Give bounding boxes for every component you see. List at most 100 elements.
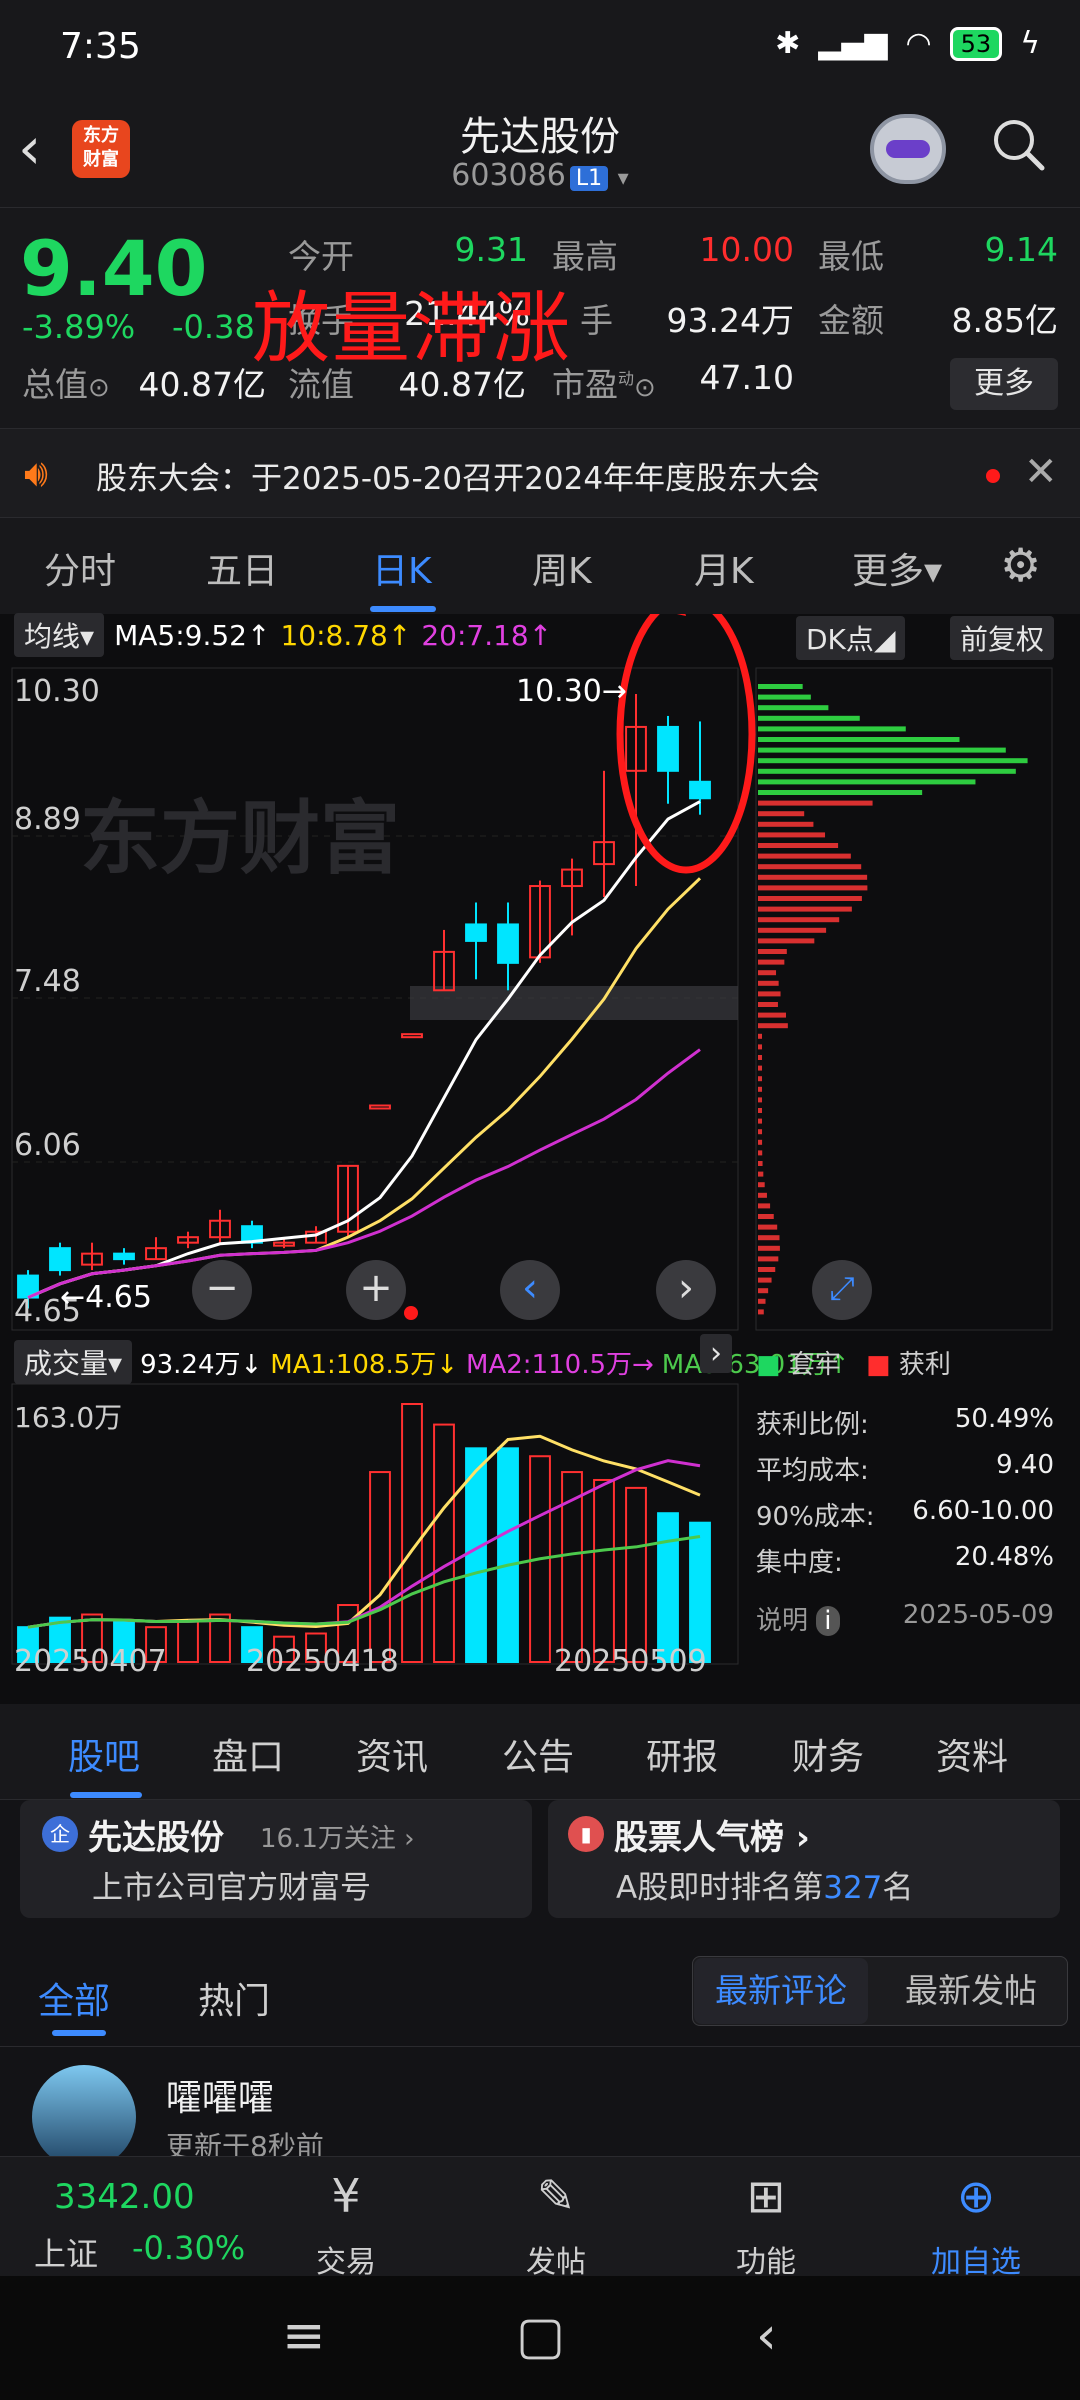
menu-icon[interactable]: ≡ <box>282 2306 326 2366</box>
volume-bar <box>658 1513 678 1662</box>
volume-selector[interactable]: 成交量▾ <box>14 1340 132 1384</box>
more-button[interactable]: 更多 <box>950 358 1058 410</box>
scroll-right-button[interactable]: › <box>656 1260 716 1320</box>
system-nav-bar: ≡ ▢ ‹ <box>0 2276 1080 2400</box>
volume-bar <box>370 1472 390 1662</box>
chip-bar <box>758 726 906 731</box>
zoom-in-button[interactable]: + <box>346 1260 406 1320</box>
post-item[interactable]: 嚯嚯嚯 更新于8秒前 <box>0 2046 1080 2156</box>
volume-bar <box>594 1480 614 1662</box>
add-circle-icon[interactable]: ⊕ <box>906 2169 1046 2223</box>
tab-announcements[interactable]: 公告 <box>502 1728 574 1780</box>
chip-note[interactable]: 说明 i <box>756 1600 840 1637</box>
close-icon[interactable]: ✕ <box>1024 449 1058 495</box>
nav-functions[interactable]: 功能 <box>696 2237 836 2281</box>
tab-financials[interactable]: 财务 <box>792 1728 864 1780</box>
chip-bar <box>758 1076 762 1081</box>
candle-body <box>690 782 710 798</box>
volume-bar <box>434 1425 454 1662</box>
high-marker: 10.30→ <box>516 674 627 709</box>
zoom-out-button[interactable]: − <box>192 1260 252 1320</box>
chip-bar <box>758 1246 780 1251</box>
change-percent: -3.89% <box>22 308 135 346</box>
volume-expand-button[interactable]: › <box>700 1334 732 1373</box>
chip-bar <box>758 896 862 901</box>
gear-icon[interactable]: ⚙ <box>1000 538 1041 592</box>
signal-icon: ▂▄▆ <box>818 26 887 61</box>
back-nav-icon[interactable]: ‹ <box>756 2306 777 2366</box>
volume-today: 93.24万↓ <box>140 1344 262 1381</box>
nav-add-watchlist[interactable]: 加自选 <box>906 2237 1046 2281</box>
amount-value: 8.85亿 <box>900 294 1058 342</box>
date-label: 20250418 <box>246 1644 399 1679</box>
official-account-card[interactable]: 企 先达股份 16.1万关注 › 上市公司官方财富号 <box>20 1800 532 1918</box>
total-cap-value: 40.87亿 <box>120 358 266 406</box>
sort-newest-post[interactable]: 最新发帖 <box>878 1958 1064 2024</box>
candle-body <box>402 1034 422 1037</box>
high-value: 10.00 <box>640 230 794 269</box>
chip-bar <box>758 1119 762 1124</box>
tab-hot[interactable]: 热门 <box>198 1972 270 2024</box>
chip-bar <box>758 1013 786 1018</box>
nav-post[interactable]: 发帖 <box>486 2237 626 2281</box>
card-title: 先达股份 <box>88 1810 224 1859</box>
status-icons: ✱ ▂▄▆ ◠ 53 ϟ <box>775 26 1040 61</box>
chip-bar <box>758 1203 770 1208</box>
chip-bar <box>758 1140 762 1145</box>
popularity-card[interactable]: ▮ 股票人气榜 › A股即时排名第327名 <box>548 1800 1060 1918</box>
battery-icon: 53 <box>950 27 1003 61</box>
chip-bar <box>758 1182 765 1187</box>
candle-body <box>370 1106 390 1109</box>
volume-bar <box>178 1621 198 1662</box>
tab-more[interactable]: 更多▾ <box>852 542 942 594</box>
tab-daily-k[interactable]: 日K <box>372 542 432 594</box>
chip-bar <box>758 864 861 869</box>
volume-label: 手 <box>580 294 613 342</box>
notice-bar[interactable]: 🔊︎ 股东大会：于2025-05-20召开2024年年度股东大会 ✕ <box>0 428 1080 518</box>
tab-weekly-k[interactable]: 周K <box>532 542 592 594</box>
chip-bar <box>758 1002 778 1007</box>
clock: 7:35 <box>60 26 141 67</box>
last-price: 9.40 <box>20 224 208 313</box>
avatar[interactable] <box>32 2065 136 2169</box>
tab-all[interactable]: 全部 <box>38 1972 110 2024</box>
nav-trade[interactable]: 交易 <box>276 2237 416 2281</box>
tab-profile[interactable]: 资料 <box>936 1728 1008 1780</box>
legend-trapped: ■ 套牢 <box>756 1344 841 1381</box>
chip-bar <box>758 907 852 912</box>
candle-body <box>658 727 678 771</box>
robot-assistant-icon[interactable] <box>870 114 946 184</box>
tab-forum[interactable]: 股吧 <box>68 1728 140 1780</box>
chip-bar <box>758 684 803 689</box>
chip-bar <box>758 1023 788 1028</box>
chip-row-value: 6.60-10.00 <box>890 1496 1054 1526</box>
index-value[interactable]: 3342.00 <box>54 2177 195 2217</box>
chip-bar <box>758 695 811 700</box>
change-amount: -0.38 <box>172 308 255 346</box>
chip-bar <box>758 769 1016 774</box>
tab-intraday[interactable]: 分时 <box>44 542 116 594</box>
chip-bar <box>758 811 804 816</box>
card-subtitle: A股即时排名第327名 <box>616 1862 913 1907</box>
chip-bar <box>758 917 839 922</box>
chip-bar <box>758 801 873 806</box>
bottom-nav: 3342.00 上证 -0.30% ¥ 交易 ✎ 发帖 ⊞ 功能 ⊕ 加自选 <box>0 2156 1080 2276</box>
candle-body <box>498 924 518 962</box>
compose-icon[interactable]: ✎ <box>486 2169 626 2223</box>
sort-newest-comment[interactable]: 最新评论 <box>694 1958 868 2024</box>
trade-icon[interactable]: ¥ <box>276 2169 416 2223</box>
tab-research[interactable]: 研报 <box>646 1728 718 1780</box>
candle-body <box>50 1248 70 1270</box>
tab-monthly-k[interactable]: 月K <box>694 542 754 594</box>
chip-bar <box>758 705 828 710</box>
search-icon[interactable] <box>990 116 1046 172</box>
tab-orderbook[interactable]: 盘口 <box>212 1728 284 1780</box>
annotation-text: 放量滞涨 <box>252 266 572 378</box>
apps-grid-icon[interactable]: ⊞ <box>696 2169 836 2223</box>
tab-five-day[interactable]: 五日 <box>206 542 278 594</box>
scroll-left-button[interactable]: ‹ <box>500 1260 560 1320</box>
home-icon[interactable]: ▢ <box>516 2306 565 2366</box>
volume-bar <box>690 1523 710 1662</box>
expand-icon[interactable]: ⤢ <box>812 1260 872 1320</box>
tab-news[interactable]: 资讯 <box>356 1728 428 1780</box>
